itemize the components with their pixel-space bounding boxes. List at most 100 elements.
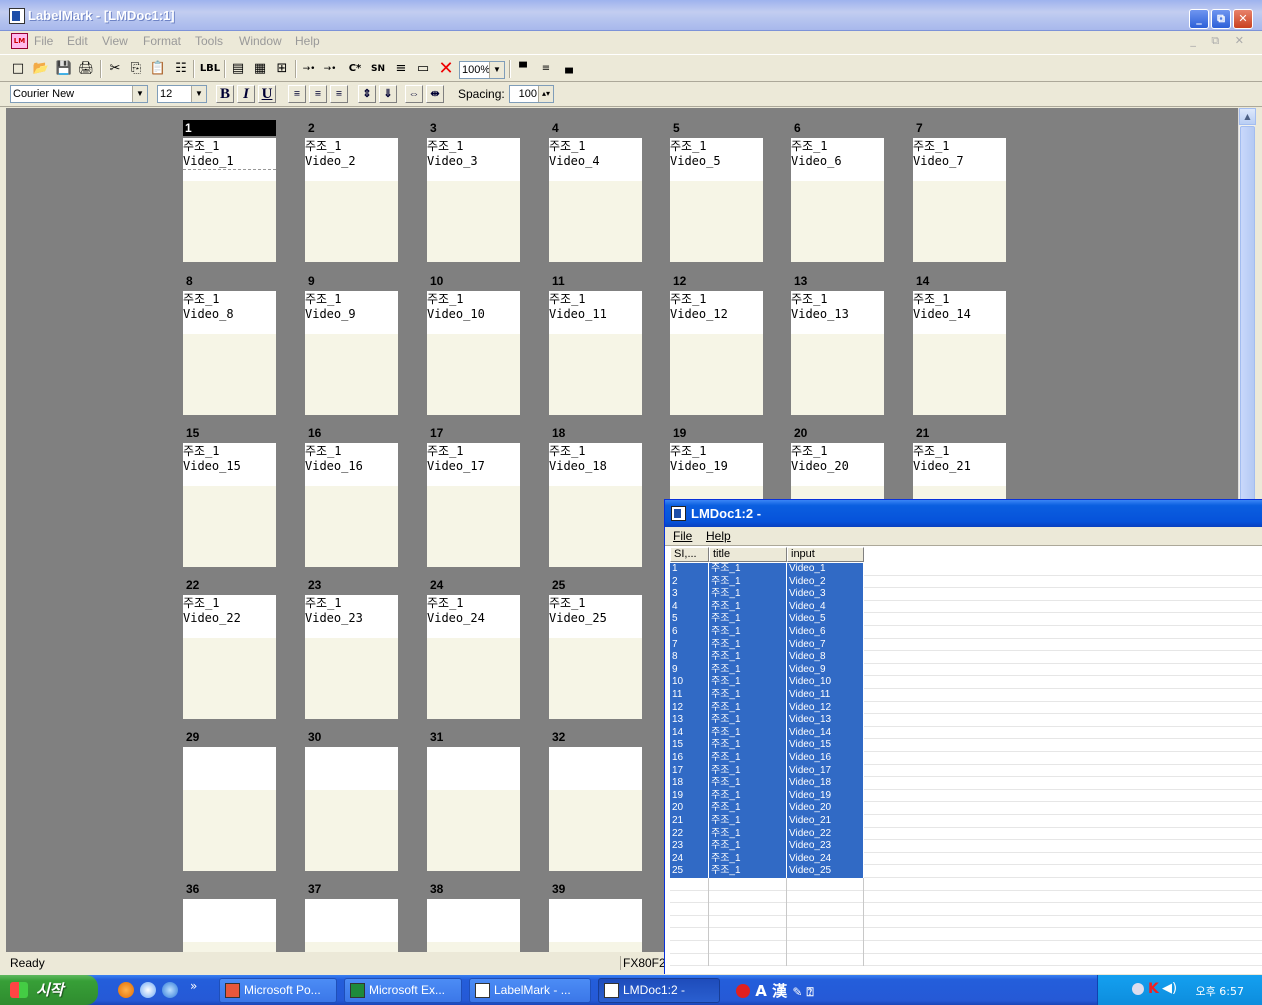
minimize-button[interactable]: _ bbox=[1189, 9, 1209, 29]
cell-title[interactable]: 주조_1 bbox=[709, 638, 787, 652]
label-cell[interactable]: 8 주조_1 Video_8 bbox=[183, 274, 276, 415]
label-cell[interactable]: 37 bbox=[305, 882, 398, 952]
cell-serial[interactable]: 20 bbox=[670, 802, 709, 815]
cell-serial[interactable] bbox=[670, 941, 709, 954]
label-cell[interactable]: 7 주조_1 Video_7 bbox=[913, 121, 1006, 262]
label-cell[interactable]: 25 주조_1 Video_25 bbox=[549, 578, 642, 719]
cell-serial[interactable] bbox=[670, 890, 709, 904]
cell-title[interactable]: 주조_1 bbox=[709, 726, 787, 740]
cell-title[interactable]: 주조_1 bbox=[709, 815, 787, 828]
zoom-select[interactable]: 100% ▼ bbox=[459, 61, 505, 79]
table-row[interactable]: 16 주조_1 Video_16 bbox=[670, 752, 1262, 765]
table-row[interactable]: 8 주조_1 Video_8 bbox=[670, 651, 1262, 664]
valign-middle-icon[interactable]: ⇕ bbox=[358, 85, 376, 103]
ime-tools-icon[interactable]: ✎ ⍰ bbox=[792, 985, 813, 999]
cell-serial[interactable] bbox=[670, 878, 709, 891]
cell-input[interactable] bbox=[787, 928, 864, 941]
table-row[interactable]: 7 주조_1 Video_7 bbox=[670, 638, 1262, 652]
cell-input[interactable]: Video_6 bbox=[787, 626, 864, 639]
cell-serial[interactable]: 18 bbox=[670, 777, 709, 790]
cell-serial[interactable]: 3 bbox=[670, 588, 709, 601]
empty-row[interactable] bbox=[670, 928, 1262, 941]
cell-serial[interactable]: 19 bbox=[670, 789, 709, 803]
cell-serial[interactable]: 21 bbox=[670, 815, 709, 828]
empty-row[interactable] bbox=[670, 890, 1262, 904]
cell-serial[interactable]: 22 bbox=[670, 827, 709, 841]
cell-title[interactable]: 주조_1 bbox=[709, 852, 787, 866]
cell-title[interactable]: 주조_1 bbox=[709, 600, 787, 614]
cell-input[interactable]: Video_5 bbox=[787, 613, 864, 626]
cell-input[interactable] bbox=[787, 890, 864, 904]
font-select[interactable]: Courier New ▼ bbox=[10, 85, 148, 103]
print-icon[interactable]: 🖨 bbox=[77, 59, 95, 79]
empty-row[interactable] bbox=[670, 903, 1262, 916]
cell-serial[interactable] bbox=[670, 953, 709, 967]
label-cell[interactable]: 39 bbox=[549, 882, 642, 952]
app-icon[interactable] bbox=[671, 506, 686, 521]
spinner-icon[interactable]: ▴▾ bbox=[538, 86, 553, 102]
cell-title[interactable] bbox=[709, 928, 787, 941]
firefox-icon[interactable] bbox=[118, 982, 134, 998]
cell-serial[interactable]: 15 bbox=[670, 739, 709, 752]
chevron-down-icon[interactable]: ▼ bbox=[489, 62, 504, 78]
label-button[interactable]: LBL bbox=[198, 59, 222, 79]
underline-button[interactable]: U bbox=[258, 85, 276, 103]
cell-title[interactable]: 주조_1 bbox=[709, 689, 787, 702]
column-header-input[interactable]: input bbox=[787, 547, 864, 562]
table-row[interactable]: 4 주조_1 Video_4 bbox=[670, 600, 1262, 614]
cell-title[interactable]: 주조_1 bbox=[709, 739, 787, 752]
cell-serial[interactable]: 9 bbox=[670, 663, 709, 677]
table-row[interactable]: 24 주조_1 Video_24 bbox=[670, 852, 1262, 866]
label-cell[interactable]: 9 주조_1 Video_9 bbox=[305, 274, 398, 415]
menu-help[interactable]: Help bbox=[295, 34, 320, 48]
table-row[interactable]: 17 주조_1 Video_17 bbox=[670, 764, 1262, 778]
start-button[interactable]: 시작 bbox=[0, 975, 98, 1005]
clock[interactable]: 오후 6:57 bbox=[1196, 983, 1244, 999]
table-row[interactable]: 15 주조_1 Video_15 bbox=[670, 739, 1262, 752]
ime-status-icon[interactable] bbox=[736, 984, 750, 998]
label-cell[interactable]: 29 bbox=[183, 730, 276, 871]
cell-title[interactable]: 주조_1 bbox=[709, 575, 787, 589]
column-header-serial[interactable]: SI,... bbox=[670, 547, 709, 562]
cell-input[interactable]: Video_12 bbox=[787, 701, 864, 715]
cell-serial[interactable] bbox=[670, 903, 709, 916]
paste-icon[interactable]: 📋 bbox=[149, 59, 167, 79]
task-powerpoint[interactable]: Microsoft Po... bbox=[219, 978, 337, 1003]
label-cell[interactable]: 23 주조_1 Video_23 bbox=[305, 578, 398, 719]
label-cell[interactable]: 18 주조_1 Video_18 bbox=[549, 426, 642, 567]
label-cell[interactable]: 32 bbox=[549, 730, 642, 871]
label-cell[interactable]: 4 주조_1 Video_4 bbox=[549, 121, 642, 262]
delete-icon[interactable]: ✕ bbox=[436, 59, 456, 79]
cell-title[interactable]: 주조_1 bbox=[709, 663, 787, 677]
table-row[interactable]: 12 주조_1 Video_12 bbox=[670, 701, 1262, 715]
table-row[interactable]: 9 주조_1 Video_9 bbox=[670, 663, 1262, 677]
lmdoc2-titlebar[interactable]: LMDoc1:2 - bbox=[665, 500, 1262, 527]
cell-title[interactable]: 주조_1 bbox=[709, 865, 787, 878]
lmdoc2-window[interactable]: LMDoc1:2 - File Help SI,... title input … bbox=[664, 499, 1262, 974]
cell-serial[interactable] bbox=[670, 928, 709, 941]
cell-title[interactable]: 주조_1 bbox=[709, 789, 787, 803]
layout-single-icon[interactable]: ▀ bbox=[514, 59, 532, 79]
tray-security-icon[interactable]: K bbox=[1148, 981, 1159, 997]
cell-serial[interactable]: 10 bbox=[670, 676, 709, 689]
copy-icon[interactable]: ⎘ bbox=[127, 59, 145, 79]
lmdoc2-menu-help[interactable]: Help bbox=[706, 529, 731, 543]
cell-serial[interactable]: 6 bbox=[670, 626, 709, 639]
cell-title[interactable] bbox=[709, 915, 787, 929]
cell-input[interactable]: Video_3 bbox=[787, 588, 864, 601]
task-labelmark[interactable]: LabelMark - ... bbox=[469, 978, 591, 1003]
label-cell[interactable]: 11 주조_1 Video_11 bbox=[549, 274, 642, 415]
cell-title[interactable]: 주조_1 bbox=[709, 588, 787, 601]
table-row[interactable]: 5 주조_1 Video_5 bbox=[670, 613, 1262, 626]
align-right-icon[interactable]: ≡ bbox=[330, 85, 348, 103]
empty-row[interactable] bbox=[670, 878, 1262, 891]
cell-serial[interactable]: 14 bbox=[670, 726, 709, 740]
table-icon[interactable]: ⊞ bbox=[273, 59, 291, 79]
scroll-up-icon[interactable]: ▲ bbox=[1239, 108, 1256, 125]
cell-serial[interactable]: 16 bbox=[670, 752, 709, 765]
unlink-icon[interactable]: →• bbox=[320, 59, 340, 79]
cell-serial[interactable]: 23 bbox=[670, 840, 709, 853]
cell-serial[interactable]: 25 bbox=[670, 865, 709, 878]
cell-input[interactable]: Video_2 bbox=[787, 575, 864, 589]
cut-icon[interactable]: ✂ bbox=[106, 59, 124, 79]
